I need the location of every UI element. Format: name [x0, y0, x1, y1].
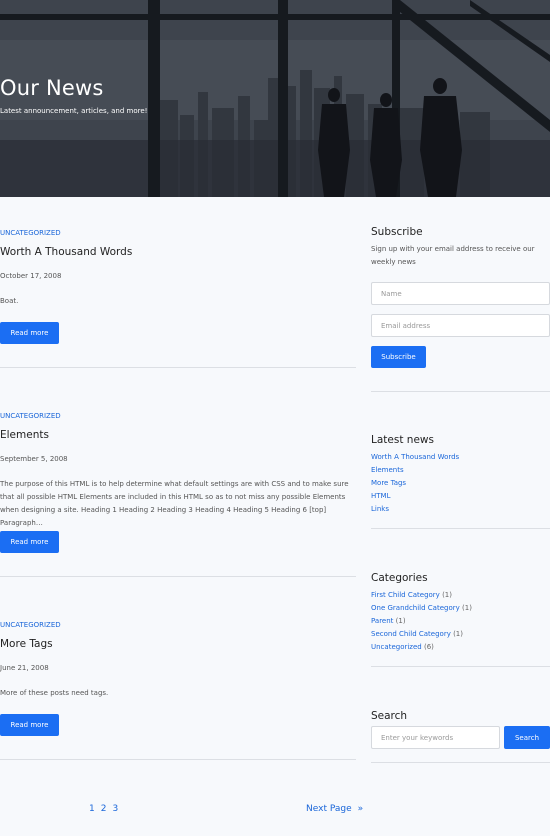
hero-banner: Our News Latest announcement, articles, … — [0, 0, 550, 197]
email-input[interactable]: Email address — [371, 314, 550, 337]
latest-news-link[interactable]: HTML — [371, 490, 459, 503]
latest-news-link[interactable]: Links — [371, 503, 459, 516]
next-page-label: Next Page — [306, 804, 352, 814]
sidebar-divider — [371, 666, 550, 667]
category-item: Uncategorized (6) — [371, 641, 472, 654]
page-title: Our News — [0, 76, 104, 100]
category-item: Second Child Category (1) — [371, 628, 472, 641]
post-date: September 5, 2008 — [0, 455, 68, 463]
search-button[interactable]: Search — [504, 726, 550, 749]
next-arrow-icon: » — [357, 804, 364, 814]
subscribe-heading: Subscribe — [371, 226, 423, 238]
subscribe-description: Sign up with your email address to recei… — [371, 245, 535, 266]
read-more-button[interactable]: Read more — [0, 714, 59, 736]
post-date: October 17, 2008 — [0, 272, 62, 280]
post-category-link[interactable]: UNCATEGORIZED — [0, 412, 61, 420]
sidebar-divider — [371, 762, 550, 763]
pagination: 1 2 3 — [89, 804, 118, 814]
search-input[interactable]: Enter your keywords — [371, 726, 500, 749]
sidebar-divider — [371, 391, 550, 392]
category-item: One Grandchild Category (1) — [371, 602, 472, 615]
read-more-button[interactable]: Read more — [0, 322, 59, 344]
name-input[interactable]: Name — [371, 282, 550, 305]
category-count: (1) — [395, 617, 406, 625]
next-page-link[interactable]: Next Page » — [306, 804, 363, 814]
post-title-link[interactable]: More Tags — [0, 638, 53, 650]
post-category-link[interactable]: UNCATEGORIZED — [0, 621, 61, 629]
latest-news-link[interactable]: Worth A Thousand Words — [371, 451, 459, 464]
latest-news-heading: Latest news — [371, 434, 434, 446]
post-divider — [0, 576, 356, 577]
post-excerpt: Boat. — [0, 297, 19, 305]
category-link[interactable]: First Child Category — [371, 591, 440, 599]
post-divider — [0, 367, 356, 368]
page-link[interactable]: 3 — [112, 804, 118, 814]
post-divider — [0, 759, 356, 760]
latest-news-link[interactable]: Elements — [371, 464, 459, 477]
categories-heading: Categories — [371, 572, 428, 584]
categories-list: First Child Category (1) One Grandchild … — [371, 589, 472, 654]
post-category-link[interactable]: UNCATEGORIZED — [0, 229, 61, 237]
post-date: June 21, 2008 — [0, 664, 49, 672]
category-item: First Child Category (1) — [371, 589, 472, 602]
search-heading: Search — [371, 710, 408, 722]
post-title-link[interactable]: Worth A Thousand Words — [0, 246, 132, 258]
category-item: Parent (1) — [371, 615, 472, 628]
category-count: (1) — [442, 591, 452, 599]
read-more-button[interactable]: Read more — [0, 531, 59, 553]
subscribe-button[interactable]: Subscribe — [371, 346, 426, 368]
page-link[interactable]: 2 — [101, 804, 107, 814]
category-count: (6) — [423, 643, 434, 651]
page-link[interactable]: 1 — [89, 804, 95, 814]
sidebar-divider — [371, 528, 550, 529]
post-excerpt: More of these posts need tags. — [0, 689, 109, 697]
latest-news-list: Worth A Thousand Words Elements More Tag… — [371, 451, 459, 516]
category-count: (1) — [453, 630, 463, 638]
category-link[interactable]: Second Child Category — [371, 630, 451, 638]
category-link[interactable]: One Grandchild Category — [371, 604, 460, 612]
latest-news-link[interactable]: More Tags — [371, 477, 459, 490]
post-excerpt: The purpose of this HTML is to help dete… — [0, 480, 349, 527]
post-title-link[interactable]: Elements — [0, 429, 49, 441]
category-link[interactable]: Parent — [371, 617, 393, 625]
category-link[interactable]: Uncategorized — [371, 643, 422, 651]
page-subtitle: Latest announcement, articles, and more! — [0, 107, 148, 115]
category-count: (1) — [462, 604, 472, 612]
